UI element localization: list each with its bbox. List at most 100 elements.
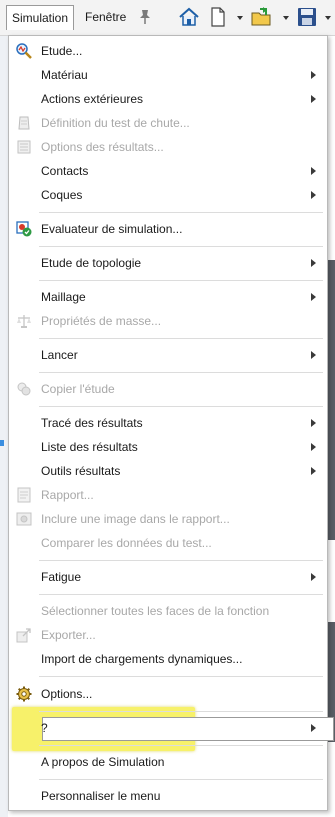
menu-label: Propriétés de masse... bbox=[41, 314, 162, 328]
menu-label: A propos de Simulation bbox=[41, 755, 165, 769]
menu-item-selectionner-faces: Sélectionner toutes les faces de la fonc… bbox=[9, 599, 327, 623]
menu-item-topologie[interactable]: Etude de topologie bbox=[9, 251, 327, 275]
menu-label: Copier l'étude bbox=[41, 382, 115, 396]
menu-item-inclure-image: Inclure une image dans le rapport... bbox=[9, 507, 327, 531]
menu-item-options-resultats: Options des résultats... bbox=[9, 135, 327, 159]
menu-label: Contacts bbox=[41, 164, 89, 178]
menu-label: Evaluateur de simulation... bbox=[41, 222, 183, 236]
menu-item-aide[interactable]: ? bbox=[9, 716, 327, 740]
menu-label: Outils résultats bbox=[41, 464, 121, 478]
study-icon bbox=[16, 43, 32, 59]
menu-item-options[interactable]: Options... bbox=[9, 682, 327, 706]
menu-item-actions-exterieures[interactable]: Actions extérieures bbox=[9, 87, 327, 111]
menu-label: Matériau bbox=[41, 68, 88, 82]
submenu-arrow-icon bbox=[311, 724, 316, 732]
save-icon[interactable] bbox=[296, 5, 318, 29]
menu-label: Comparer les données du test... bbox=[41, 536, 212, 550]
result-options-icon bbox=[17, 140, 31, 154]
menu-item-maillage[interactable]: Maillage bbox=[9, 285, 327, 309]
menu-item-materiau[interactable]: Matériau bbox=[9, 63, 327, 87]
menu-item-rapport: Rapport... bbox=[9, 483, 327, 507]
report-icon bbox=[17, 487, 31, 503]
submenu-arrow-icon bbox=[311, 167, 316, 175]
menu-item-outils-resultats[interactable]: Outils résultats bbox=[9, 459, 327, 483]
menu-label: Personnaliser le menu bbox=[41, 789, 161, 803]
include-image-icon bbox=[16, 512, 32, 526]
simulation-dropdown-menu: Etude... Matériau Actions extérieures Dé… bbox=[8, 35, 334, 811]
menu-separator bbox=[39, 594, 323, 595]
copy-study-icon bbox=[17, 382, 31, 396]
menu-item-comparer: Comparer les données du test... bbox=[9, 531, 327, 555]
menu-separator bbox=[39, 246, 323, 247]
menu-separator bbox=[39, 338, 323, 339]
menu-label: Maillage bbox=[41, 290, 86, 304]
export-icon bbox=[16, 628, 31, 643]
menu-label: Tracé des résultats bbox=[41, 416, 143, 430]
menu-item-exporter: Exporter... bbox=[9, 623, 327, 647]
submenu-arrow-icon bbox=[311, 71, 316, 79]
background-marker bbox=[0, 440, 4, 446]
open-dropdown-icon[interactable] bbox=[283, 16, 289, 20]
menu-item-import-chargements[interactable]: Import de chargements dynamiques... bbox=[9, 647, 327, 671]
submenu-arrow-icon bbox=[311, 95, 316, 103]
submenu-arrow-icon bbox=[311, 191, 316, 199]
menu-separator bbox=[39, 212, 323, 213]
menu-label: Coques bbox=[41, 188, 83, 202]
menu-item-trace-resultats[interactable]: Tracé des résultats bbox=[9, 411, 327, 435]
submenu-arrow-icon bbox=[311, 443, 316, 451]
submenu-arrow-icon bbox=[311, 573, 316, 581]
simulation-advisor-icon bbox=[16, 221, 32, 237]
gear-icon bbox=[16, 686, 32, 702]
submenu-arrow-icon bbox=[311, 351, 316, 359]
menu-label: Options... bbox=[41, 687, 93, 701]
submenu-arrow-icon bbox=[311, 467, 316, 475]
menu-label: Etude de topologie bbox=[41, 256, 142, 270]
open-folder-icon[interactable] bbox=[250, 5, 274, 29]
menu-label: Rapport... bbox=[41, 488, 94, 502]
pin-icon[interactable] bbox=[137, 8, 153, 26]
menu-separator bbox=[39, 280, 323, 281]
home-icon[interactable] bbox=[178, 5, 200, 29]
menu-separator bbox=[39, 676, 323, 677]
drop-test-icon bbox=[18, 116, 30, 130]
menu-item-liste-resultats[interactable]: Liste des résultats bbox=[9, 435, 327, 459]
mass-properties-icon bbox=[17, 315, 31, 328]
menu-label: Inclure une image dans le rapport... bbox=[41, 512, 230, 526]
menu-item-a-propos[interactable]: A propos de Simulation bbox=[9, 750, 327, 774]
menu-separator bbox=[39, 711, 323, 712]
menu-label: ? bbox=[41, 721, 48, 735]
menu-item-lancer[interactable]: Lancer bbox=[9, 343, 327, 367]
background-panel bbox=[0, 36, 8, 817]
menu-label: Liste des résultats bbox=[41, 440, 138, 454]
menu-item-contacts[interactable]: Contacts bbox=[9, 159, 327, 183]
submenu-arrow-icon bbox=[311, 293, 316, 301]
menu-item-definition-chute: Définition du test de chute... bbox=[9, 111, 327, 135]
menu-label: Définition du test de chute... bbox=[41, 116, 190, 130]
menu-separator bbox=[39, 372, 323, 373]
menu-simulation[interactable]: Simulation bbox=[6, 5, 74, 30]
menu-label: Fatigue bbox=[41, 570, 82, 584]
menu-label: Actions extérieures bbox=[41, 92, 144, 106]
menu-fenetre[interactable]: Fenêtre bbox=[85, 5, 126, 29]
menu-label: Import de chargements dynamiques... bbox=[41, 652, 243, 666]
new-dropdown-icon[interactable] bbox=[237, 16, 243, 20]
menu-separator bbox=[39, 779, 323, 780]
menu-item-personnaliser[interactable]: Personnaliser le menu bbox=[9, 784, 327, 808]
menu-label: Lancer bbox=[41, 348, 78, 362]
menu-separator bbox=[39, 745, 323, 746]
submenu-arrow-icon bbox=[311, 419, 316, 427]
menu-label: Etude... bbox=[41, 44, 83, 58]
save-dropdown-icon[interactable] bbox=[325, 16, 331, 20]
menu-item-coques[interactable]: Coques bbox=[9, 183, 327, 207]
menu-label: Sélectionner toutes les faces de la fonc… bbox=[41, 604, 270, 618]
menu-item-copier-etude: Copier l'étude bbox=[9, 377, 327, 401]
menu-item-evaluateur[interactable]: Evaluateur de simulation... bbox=[9, 217, 327, 241]
menu-label: Exporter... bbox=[41, 628, 96, 642]
submenu-arrow-icon bbox=[311, 259, 316, 267]
new-document-icon[interactable] bbox=[209, 5, 227, 29]
menu-separator bbox=[39, 406, 323, 407]
menu-bar: Simulation Fenêtre bbox=[0, 0, 335, 36]
menu-item-fatigue[interactable]: Fatigue bbox=[9, 565, 327, 589]
menu-item-etude[interactable]: Etude... bbox=[9, 39, 327, 63]
menu-label: Options des résultats... bbox=[41, 140, 164, 154]
